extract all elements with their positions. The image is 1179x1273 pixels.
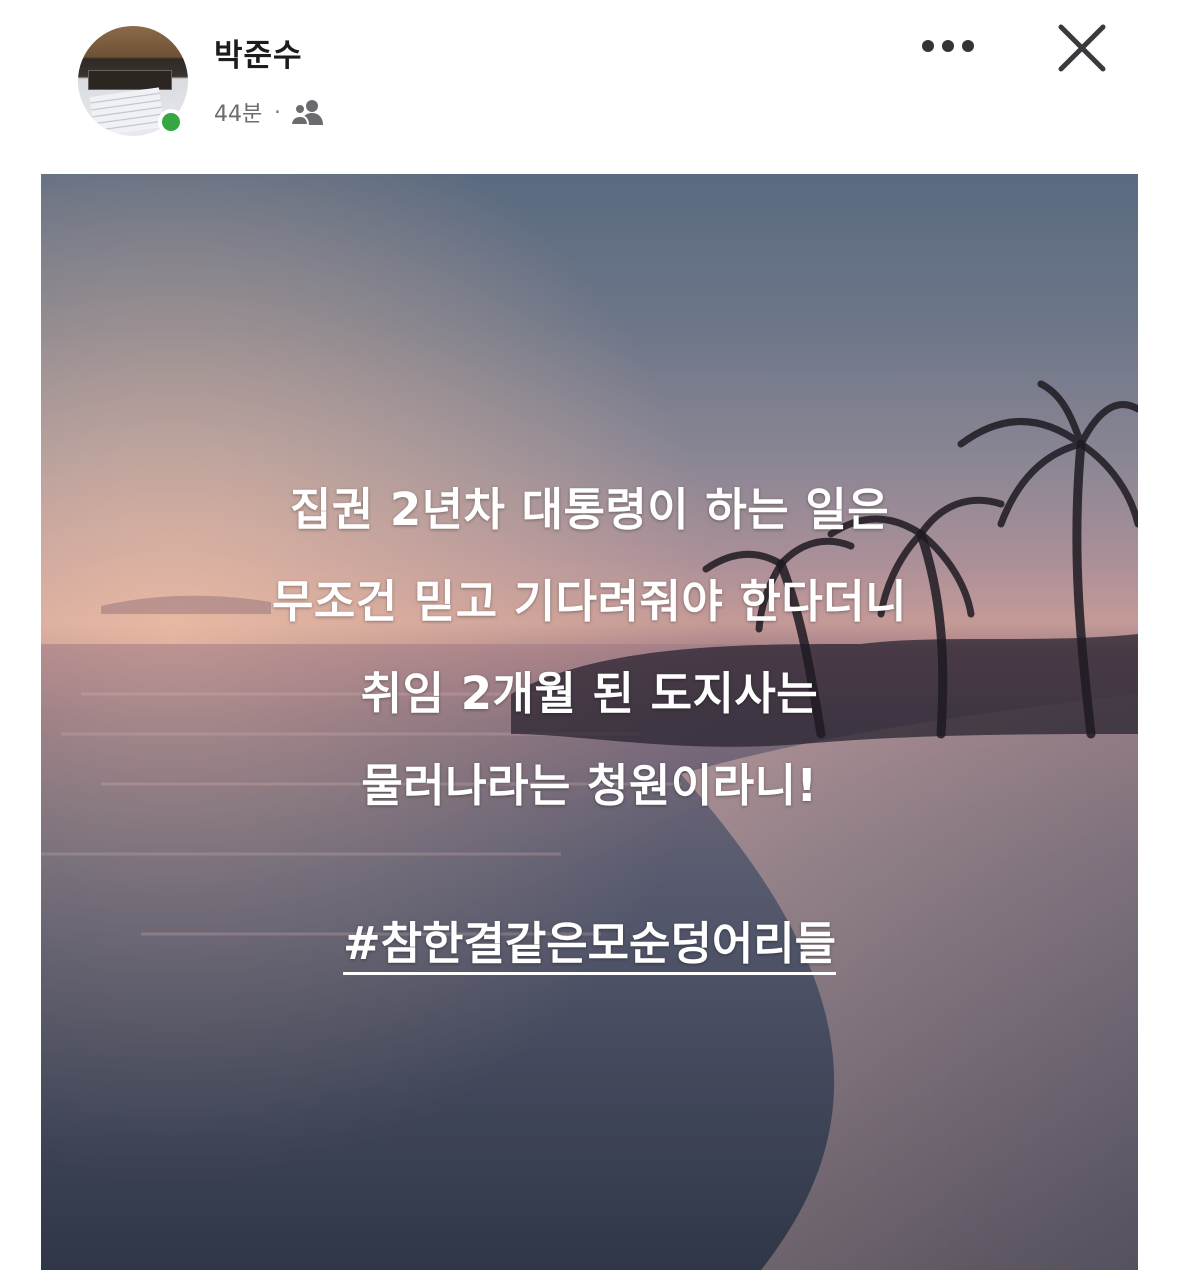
online-status-indicator xyxy=(158,109,184,135)
quote-text: 집권 2년차 대통령이 하는 일은 무조건 믿고 기다려줘야 한다더니 취임 2… xyxy=(41,464,1138,832)
quote-line: 물러나라는 청원이라니! xyxy=(361,759,818,812)
close-icon xyxy=(1058,24,1106,72)
hashtag-container: #참한결같은모순덩어리들 xyxy=(41,914,1138,975)
avatar-plaque xyxy=(88,70,172,90)
quote-line: 무조건 믿고 기다려줘야 한다더니 xyxy=(271,575,908,628)
post-meta: 44분 · xyxy=(214,95,325,129)
quote-line: 취임 2개월 된 도지사는 xyxy=(360,667,819,720)
hashtag-link[interactable]: #참한결같은모순덩어리들 xyxy=(342,917,837,975)
more-dots-icon xyxy=(922,40,974,52)
friends-icon[interactable] xyxy=(290,98,325,126)
more-options-button[interactable] xyxy=(914,28,982,64)
post-time[interactable]: 44분 xyxy=(214,96,262,128)
meta-separator: · xyxy=(274,100,281,124)
avatar-paper xyxy=(89,87,165,136)
close-button[interactable] xyxy=(1052,18,1112,78)
quote-line: 집권 2년차 대통령이 하는 일은 xyxy=(289,483,890,536)
author-name[interactable]: 박준수 xyxy=(214,30,303,75)
post-viewer: 박준수 44분 · 집권 2년차 대통령이 하는 일은 무조건 믿고 기다려줘야… xyxy=(0,0,1179,1273)
post-image[interactable]: 집권 2년차 대통령이 하는 일은 무조건 믿고 기다려줘야 한다더니 취임 2… xyxy=(41,174,1138,1270)
